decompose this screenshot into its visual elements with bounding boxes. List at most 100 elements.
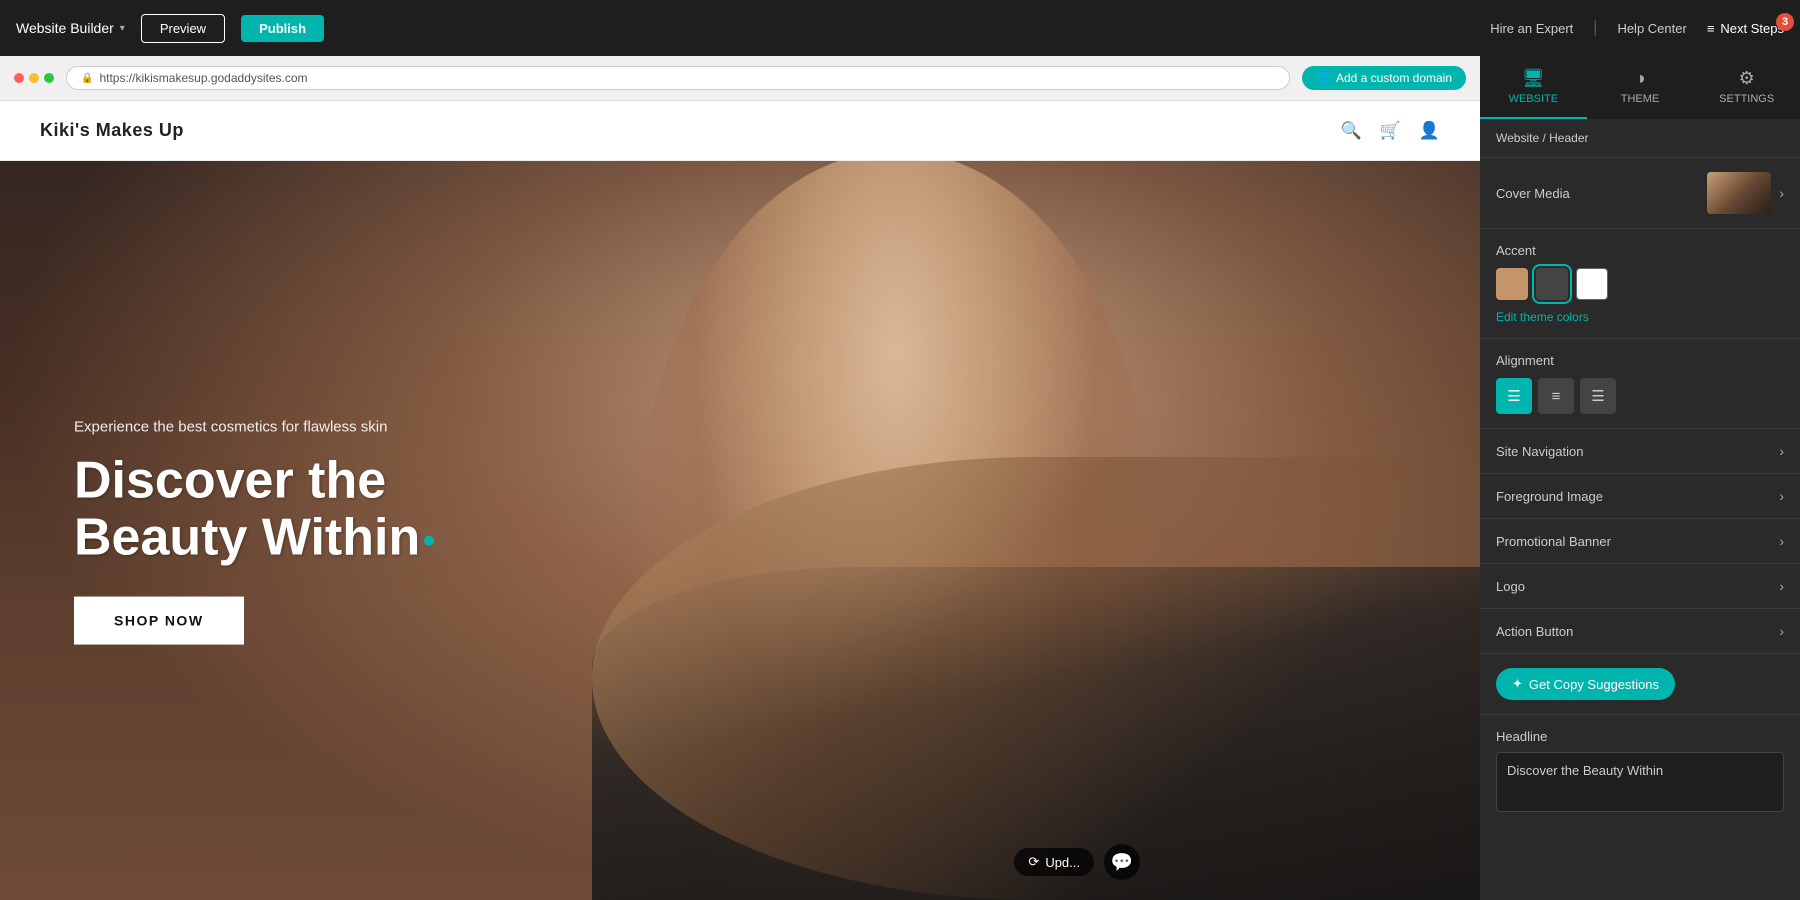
dot-minimize <box>29 73 39 83</box>
hamburger-icon: ≡ <box>1707 21 1715 36</box>
hero-title: Discover the Beauty Within <box>74 453 474 567</box>
main-layout: 🔒 https://kikismakesup.godaddysites.com … <box>0 56 1800 900</box>
bottom-bar: ⟳ Upd... 💬 <box>1014 844 1140 880</box>
sparkle-icon: ✦ <box>1512 676 1523 692</box>
next-steps-badge: 3 <box>1776 13 1794 31</box>
help-center-link[interactable]: Help Center <box>1617 21 1686 36</box>
accent-swatch-warm[interactable] <box>1496 268 1528 300</box>
update-icon: ⟳ <box>1028 854 1039 870</box>
search-icon[interactable]: 🔍 <box>1340 121 1361 141</box>
cover-media-thumbnail[interactable] <box>1707 172 1771 214</box>
right-panel: 🖥 WEBSITE ◑ THEME ⚙ SETTINGS Website / H… <box>1480 56 1800 900</box>
website-preview: Kiki's Makes Up 🔍 🛒 👤 <box>0 101 1480 900</box>
hire-expert-link[interactable]: Hire an Expert <box>1490 21 1573 36</box>
top-bar-right: Hire an Expert | Help Center ≡ Next Step… <box>1490 19 1784 37</box>
cover-media-chevron-icon[interactable]: › <box>1779 185 1784 201</box>
action-button-item[interactable]: Action Button › <box>1480 609 1800 654</box>
cover-media-label: Cover Media <box>1496 186 1570 201</box>
cart-icon[interactable]: 🛒 <box>1380 121 1401 141</box>
action-button-chevron-icon: › <box>1779 623 1784 639</box>
accent-label: Accent <box>1496 243 1784 258</box>
alignment-label: Alignment <box>1496 353 1784 368</box>
settings-tab-icon: ⚙ <box>1739 68 1755 89</box>
hero-subtitle: Experience the best cosmetics for flawle… <box>74 416 474 439</box>
foreground-image-chevron-icon: › <box>1779 488 1784 504</box>
copy-suggestions-section: ✦ Get Copy Suggestions <box>1480 654 1800 715</box>
promotional-banner-item[interactable]: Promotional Banner › <box>1480 519 1800 564</box>
preview-button[interactable]: Preview <box>141 14 225 43</box>
website-builder-text: Website Builder <box>16 20 114 36</box>
align-right-button[interactable]: ☰ <box>1580 378 1616 414</box>
brand-chevron-icon: ▾ <box>120 23 125 34</box>
site-logo: Kiki's Makes Up <box>40 120 184 141</box>
copy-suggestions-label: Get Copy Suggestions <box>1529 677 1659 692</box>
chat-icon: 💬 <box>1111 852 1133 873</box>
headline-section: Headline Discover the Beauty Within <box>1480 715 1800 831</box>
align-center-button[interactable]: ≡ <box>1538 378 1574 414</box>
website-tab-label: WEBSITE <box>1509 93 1559 105</box>
site-navigation-label: Site Navigation <box>1496 444 1583 459</box>
hero-title-text: Discover the Beauty Within <box>74 452 420 567</box>
logo-chevron-icon: › <box>1779 578 1784 594</box>
update-label: Upd... <box>1045 855 1080 870</box>
dot-maximize <box>44 73 54 83</box>
hero-dot <box>424 536 434 546</box>
breadcrumb-text: Website / Header <box>1496 131 1589 145</box>
theme-tab-icon: ◑ <box>1635 68 1646 89</box>
hero-section: Experience the best cosmetics for flawle… <box>0 161 1480 900</box>
hero-content: Experience the best cosmetics for flawle… <box>74 416 474 645</box>
promotional-banner-chevron-icon: › <box>1779 533 1784 549</box>
copy-suggestions-button[interactable]: ✦ Get Copy Suggestions <box>1496 668 1675 700</box>
action-button-label: Action Button <box>1496 624 1573 639</box>
site-header: Kiki's Makes Up 🔍 🛒 👤 <box>0 101 1480 161</box>
lock-icon: 🔒 <box>81 73 93 84</box>
canvas-container: Kiki's Makes Up 🔍 🛒 👤 <box>0 101 1480 900</box>
settings-tab-label: SETTINGS <box>1719 93 1774 105</box>
website-tab-icon: 🖥 <box>1522 68 1545 89</box>
browser-dots <box>14 73 54 83</box>
chat-bubble-button[interactable]: 💬 <box>1104 844 1140 880</box>
publish-button[interactable]: Publish <box>241 15 324 42</box>
tab-website[interactable]: 🖥 WEBSITE <box>1480 56 1587 119</box>
site-navigation-item[interactable]: Site Navigation › <box>1480 429 1800 474</box>
shop-now-button[interactable]: SHOP NOW <box>74 597 244 645</box>
headline-textarea[interactable]: Discover the Beauty Within <box>1496 752 1784 812</box>
hand-overlay <box>592 457 1480 900</box>
edit-theme-colors-link[interactable]: Edit theme colors <box>1496 310 1784 324</box>
tab-theme[interactable]: ◑ THEME <box>1587 56 1694 119</box>
alignment-section: Alignment ☰ ≡ ☰ <box>1480 339 1800 429</box>
add-domain-button[interactable]: 🌐 Add a custom domain <box>1302 66 1466 90</box>
accent-swatch-white[interactable] <box>1576 268 1608 300</box>
logo-label: Logo <box>1496 579 1525 594</box>
update-status-pill: ⟳ Upd... <box>1014 848 1094 876</box>
theme-tab-label: THEME <box>1621 93 1660 105</box>
logo-item[interactable]: Logo › <box>1480 564 1800 609</box>
accent-section: Accent Edit theme colors <box>1480 229 1800 339</box>
site-header-icons: 🔍 🛒 👤 <box>1340 121 1440 141</box>
site-navigation-chevron-icon: › <box>1779 443 1784 459</box>
align-left-button[interactable]: ☰ <box>1496 378 1532 414</box>
thumbnail-image <box>1707 172 1771 214</box>
browser-chrome: 🔒 https://kikismakesup.godaddysites.com … <box>0 56 1480 101</box>
top-bar: Website Builder ▾ Preview Publish Hire a… <box>0 0 1800 56</box>
url-text: https://kikismakesup.godaddysites.com <box>99 71 307 85</box>
cover-media-section: Cover Media › <box>1480 158 1800 229</box>
canvas-area: 🔒 https://kikismakesup.godaddysites.com … <box>0 56 1480 900</box>
globe-icon: 🌐 <box>1316 71 1331 85</box>
account-icon[interactable]: 👤 <box>1419 121 1440 141</box>
website-builder-label[interactable]: Website Builder ▾ <box>16 20 125 36</box>
next-steps-label: Next Steps <box>1720 21 1784 36</box>
dot-close <box>14 73 24 83</box>
next-steps-button[interactable]: ≡ Next Steps 3 <box>1707 21 1784 36</box>
tab-settings[interactable]: ⚙ SETTINGS <box>1693 56 1800 119</box>
headline-label: Headline <box>1496 729 1784 744</box>
top-bar-left: Website Builder ▾ Preview Publish <box>16 14 324 43</box>
separator: | <box>1593 19 1597 37</box>
address-bar[interactable]: 🔒 https://kikismakesup.godaddysites.com <box>66 66 1290 90</box>
cover-media-controls: › <box>1707 172 1784 214</box>
panel-tabs: 🖥 WEBSITE ◑ THEME ⚙ SETTINGS <box>1480 56 1800 119</box>
add-domain-label: Add a custom domain <box>1336 71 1452 85</box>
foreground-image-item[interactable]: Foreground Image › <box>1480 474 1800 519</box>
foreground-image-label: Foreground Image <box>1496 489 1603 504</box>
accent-swatch-dark[interactable] <box>1536 268 1568 300</box>
